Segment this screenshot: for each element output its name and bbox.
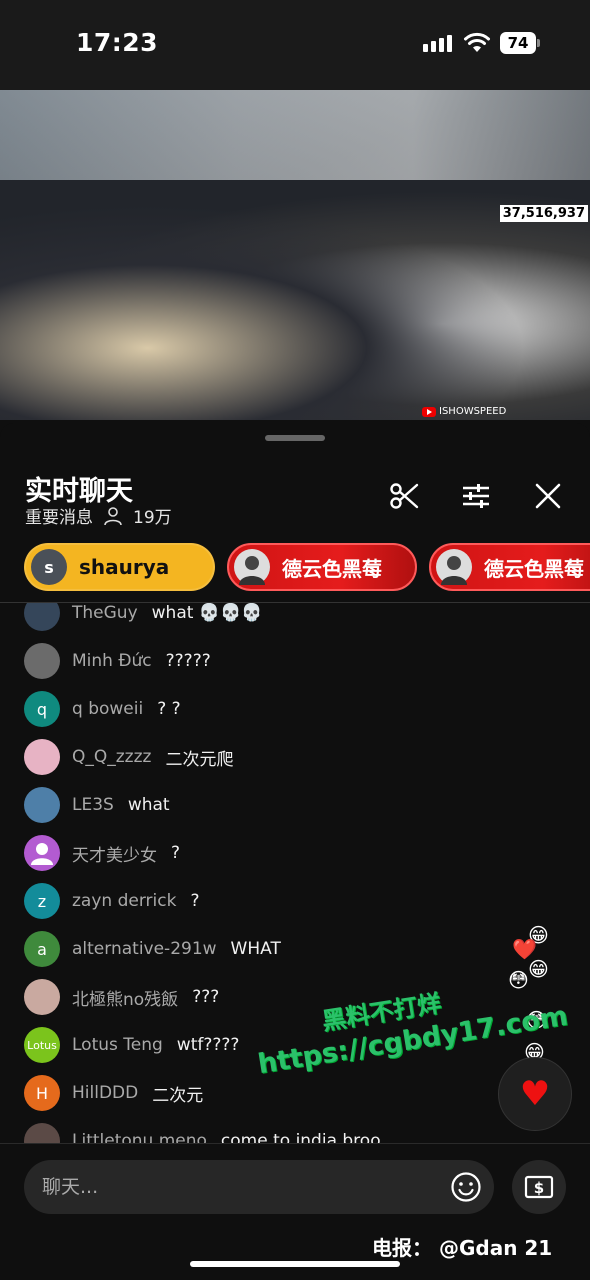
chat-message[interactable]: Lotus Lotus Teng wtf???? <box>24 1027 239 1063</box>
cellular-signal-icon <box>423 35 452 52</box>
chat-text: come to india broo <box>220 1131 381 1143</box>
chat-message[interactable]: LE3S what <box>24 787 170 823</box>
super-chat-button[interactable]: $ <box>512 1160 566 1214</box>
telegram-handle: 电报： @Gdan 21 <box>372 1236 553 1260</box>
wifi-icon <box>464 32 490 52</box>
money-icon: $ <box>524 1175 554 1199</box>
avatar[interactable] <box>24 1123 60 1143</box>
viewer-count: 19万 <box>133 508 172 528</box>
chat-composer: $ 电报： @Gdan 21 <box>0 1143 590 1280</box>
chat-username[interactable]: zayn derrick <box>72 891 176 911</box>
chat-username[interactable]: alternative-291w <box>72 939 217 959</box>
status-time: 17:23 <box>76 28 159 57</box>
avatar: s <box>31 549 67 585</box>
chat-username[interactable]: TheGuy <box>72 603 138 623</box>
chat-text: WHAT <box>230 939 281 959</box>
sliders-icon[interactable] <box>460 480 492 512</box>
battery-icon: 74 <box>500 32 540 54</box>
chat-mode-label[interactable]: 重要消息 <box>25 503 93 528</box>
channel-watermark-text: ISHOWSPEED <box>439 406 507 417</box>
chat-username[interactable]: Q_Q_zzzz <box>72 747 151 767</box>
chat-username[interactable]: 天才美少女 <box>72 841 157 866</box>
pinned-chip[interactable]: s shaurya <box>24 543 215 591</box>
chat-message[interactable]: q q boweii ? ? <box>24 691 181 727</box>
chat-message[interactable]: Littletonu meno come to india broo <box>24 1123 381 1143</box>
chat-message[interactable]: Minh Đức ????? <box>24 643 211 679</box>
home-indicator[interactable] <box>190 1261 400 1267</box>
chat-message[interactable]: a alternative-291w WHAT <box>24 931 281 967</box>
pinned-chip[interactable]: 德云色黑莓 <box>227 543 417 591</box>
chat-username[interactable]: Littletonu meno <box>72 1131 207 1143</box>
chat-username[interactable]: LE3S <box>72 795 114 815</box>
chat-text: 二次元爬 <box>165 749 234 770</box>
chat-text: ????? <box>165 651 211 671</box>
chat-text: what 💀💀💀 <box>151 603 263 623</box>
chat-input-container[interactable] <box>24 1160 494 1214</box>
avatar[interactable]: q <box>24 691 60 727</box>
chat-message[interactable]: H HillDDD 二次元 <box>24 1075 203 1111</box>
youtube-logo-icon <box>422 406 436 417</box>
avatar[interactable] <box>24 979 60 1015</box>
chat-username[interactable]: HillDDD <box>72 1083 138 1103</box>
drag-handle[interactable] <box>265 435 325 441</box>
chat-message[interactable]: TheGuy what 💀💀💀 <box>24 603 262 631</box>
pinned-chip-name: shaurya <box>79 555 170 579</box>
live-chat-panel: 实时聊天 重要消息 19万 s shaurya 德云色黑莓 德云色黑莓 TheG… <box>0 423 590 1280</box>
avatar[interactable]: z <box>24 883 60 919</box>
chat-message[interactable]: 天才美少女 ? <box>24 835 180 871</box>
channel-watermark: ISHOWSPEED <box>422 406 506 417</box>
avatar[interactable]: a <box>24 931 60 967</box>
chat-username[interactable]: 北極熊no残飯 <box>72 985 178 1010</box>
video-viewer-count: 37,516,937 <box>499 205 588 222</box>
avatar[interactable]: Lotus <box>24 1027 60 1063</box>
chat-username[interactable]: q boweii <box>72 699 143 719</box>
chat-text: ? ? <box>157 699 181 719</box>
close-icon[interactable] <box>532 480 564 512</box>
status-bar: 17:23 74 <box>0 0 590 90</box>
battery-level: 74 <box>500 32 536 54</box>
chat-message[interactable]: 北極熊no残飯 ??? <box>24 979 219 1015</box>
pinned-super-chats[interactable]: s shaurya 德云色黑莓 德云色黑莓 <box>0 543 590 593</box>
avatar <box>234 549 270 585</box>
pinned-chip-name: 德云色黑莓 <box>484 556 584 581</box>
avatar <box>436 549 472 585</box>
chat-text: ? <box>190 891 200 911</box>
emoji-icon[interactable] <box>450 1171 482 1203</box>
pinned-chip-name: 德云色黑莓 <box>282 556 382 581</box>
avatar[interactable]: H <box>24 1075 60 1111</box>
scissors-icon[interactable] <box>388 480 420 512</box>
video-player[interactable]: 37,516,937 ISHOWSPEED <box>0 90 590 420</box>
person-icon <box>104 506 122 525</box>
heart-icon[interactable]: ♥ <box>498 1057 572 1131</box>
chat-username[interactable]: Lotus Teng <box>72 1035 163 1055</box>
chat-text: wtf???? <box>176 1035 240 1055</box>
chat-message[interactable]: z zayn derrick ? <box>24 883 199 919</box>
avatar[interactable] <box>24 835 60 871</box>
chat-text: ? <box>171 843 181 863</box>
chat-text: what <box>127 795 170 815</box>
chat-text: ??? <box>192 987 220 1007</box>
chat-text: 二次元 <box>152 1085 204 1106</box>
chat-subtitle[interactable]: 重要消息 19万 <box>25 503 172 528</box>
svg-text:$: $ <box>534 1179 544 1197</box>
chat-message[interactable]: Q_Q_zzzz 二次元爬 <box>24 739 233 775</box>
avatar[interactable] <box>24 643 60 679</box>
chat-username[interactable]: Minh Đức <box>72 651 152 671</box>
chat-input[interactable] <box>42 1160 442 1214</box>
avatar[interactable] <box>24 603 60 631</box>
pinned-chip[interactable]: 德云色黑莓 <box>429 543 590 591</box>
avatar[interactable] <box>24 739 60 775</box>
avatar[interactable] <box>24 787 60 823</box>
